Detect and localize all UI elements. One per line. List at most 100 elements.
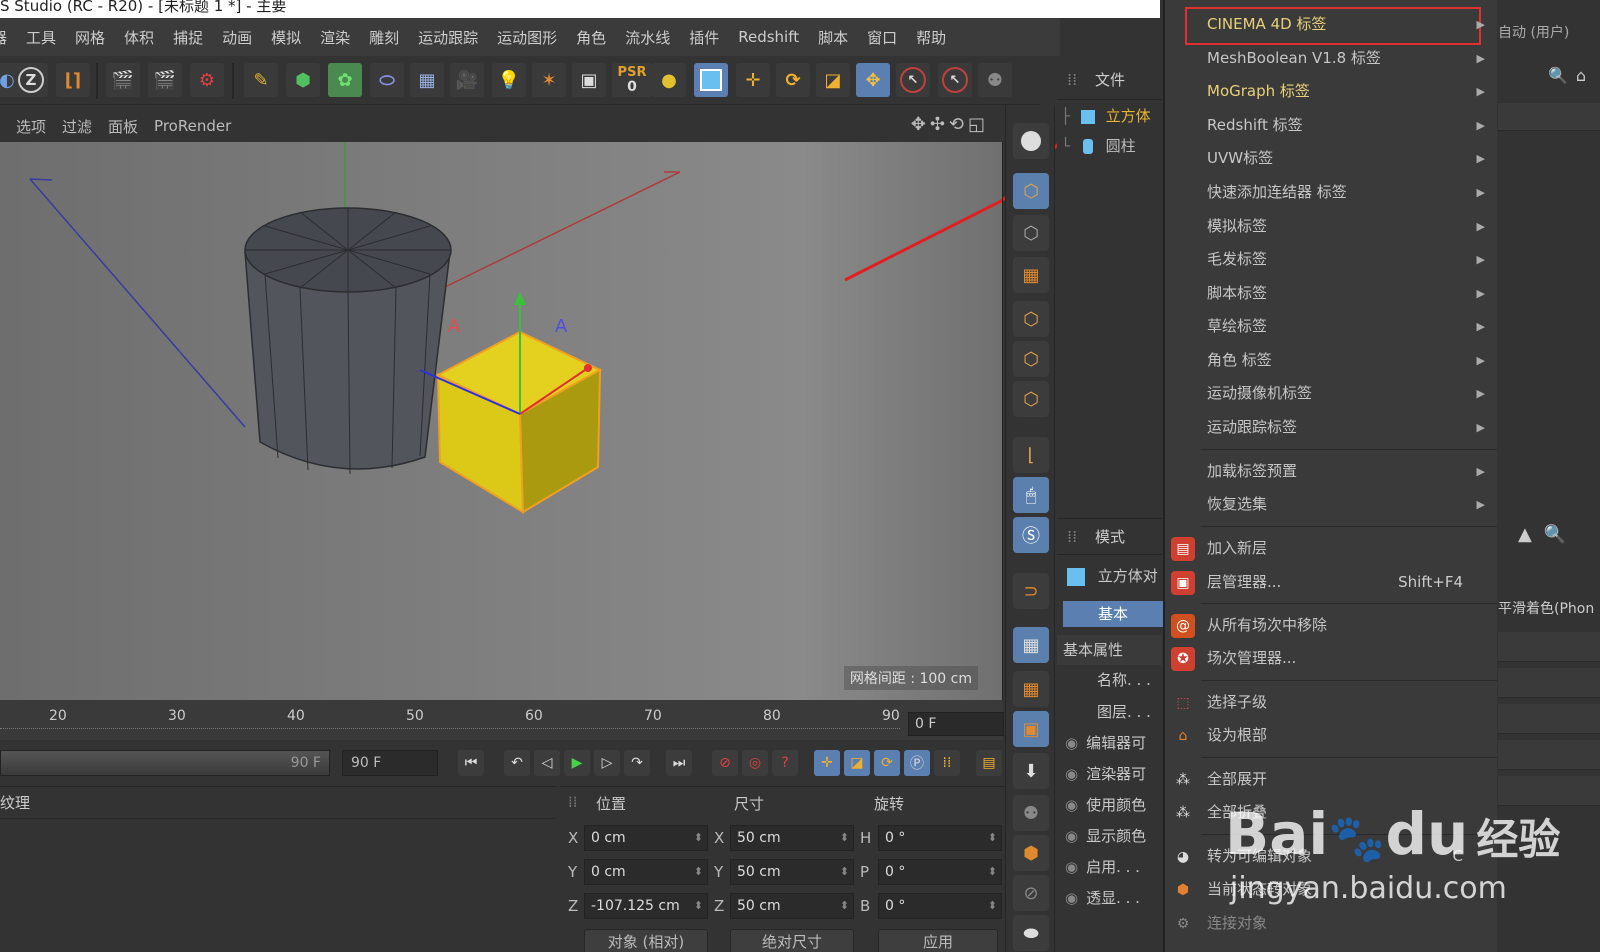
3d-viewport[interactable]: A A 网格间距 : 100 cm: [0, 142, 1003, 700]
menu-item-edit[interactable]: 器: [0, 27, 7, 48]
current-frame-field[interactable]: 0 F: [908, 712, 1004, 736]
menu-item-motion-camera-tags[interactable]: 运动摄像机标签 ▶: [1165, 377, 1499, 410]
move-tool-icon[interactable]: ✛: [736, 63, 770, 97]
object-mode-dropdown[interactable]: 对象 (相对): [584, 929, 708, 952]
nav-arrow-icon[interactable]: ▲🔍: [1518, 524, 1578, 545]
menu-item-render[interactable]: 渲染: [320, 27, 350, 48]
size-mode-dropdown[interactable]: 绝对尺寸: [730, 929, 854, 952]
viewport-solo-icon[interactable]: ▣: [1013, 711, 1049, 747]
render-settings-icon[interactable]: ⚙: [190, 63, 224, 97]
attr-visible-editor[interactable]: ◉ 编辑器可: [1065, 732, 1146, 753]
rotate-tool-icon[interactable]: ⟳: [776, 63, 810, 97]
menu-item-redshift-tags[interactable]: Redshift 标签 ▶: [1165, 109, 1499, 142]
menu-item-motion-tracker[interactable]: 运动跟踪: [418, 27, 478, 48]
menu-item-mesh[interactable]: 网格: [75, 27, 105, 48]
texture-mode-icon[interactable]: ⬡: [1013, 215, 1049, 251]
key-parameter-icon[interactable]: Ⓟ: [904, 750, 930, 776]
menu-item-script[interactable]: 脚本: [818, 27, 848, 48]
menu-item-pipeline[interactable]: 流水线: [625, 27, 670, 48]
keyframe-selection-icon[interactable]: ?: [772, 750, 798, 776]
previous-frame-icon[interactable]: ◁: [534, 750, 560, 776]
pen-spline-icon[interactable]: ✎: [244, 63, 278, 97]
menu-item-tools[interactable]: 工具: [26, 27, 56, 48]
viewport-menu-filter[interactable]: 过滤: [62, 116, 92, 137]
size-y-field[interactable]: 50 cm: [730, 859, 854, 885]
position-z-field[interactable]: -107.125 cm: [584, 893, 708, 919]
model-mode-icon[interactable]: [694, 63, 728, 97]
viewport-menu-panel[interactable]: 面板: [108, 116, 138, 137]
menu-item-redshift[interactable]: Redshift: [738, 28, 799, 46]
viewport-menu-options[interactable]: 选项: [16, 116, 46, 137]
workplane-icon[interactable]: ▦: [1013, 257, 1049, 293]
subdivision-icon[interactable]: ⬢: [286, 63, 320, 97]
menu-item-load-tag-preset[interactable]: 加载标签预置 ▶: [1165, 455, 1499, 488]
menu-item-uvw-tags[interactable]: UVW标签 ▶: [1165, 142, 1499, 175]
menu-item-character[interactable]: 角色: [576, 27, 606, 48]
live-selection-icon[interactable]: ↖: [896, 63, 930, 97]
position-x-field[interactable]: 0 cm: [584, 825, 708, 851]
scheme-icon[interactable]: ▤: [976, 750, 1002, 776]
key-scale-icon[interactable]: ◪: [844, 750, 870, 776]
effector-icon[interactable]: ✶: [532, 63, 566, 97]
render-picture-viewer-icon[interactable]: 🎬: [148, 63, 182, 97]
menu-item-add-new-layer[interactable]: ▤ 加入新层: [1165, 532, 1499, 565]
menu-item-set-as-root[interactable]: ⌂ 设为根部: [1165, 719, 1499, 752]
character-icon[interactable]: ⚉: [978, 63, 1012, 97]
disabled-tool-icon[interactable]: ⊘: [1013, 875, 1049, 911]
tab-basic[interactable]: 基本: [1063, 601, 1163, 627]
axis-lock-icon[interactable]: ●: [652, 63, 686, 97]
apply-button[interactable]: 应用: [878, 929, 998, 952]
workplane-lock-icon[interactable]: ▦: [1013, 627, 1049, 663]
key-pla-icon[interactable]: ⁞⁞: [934, 750, 960, 776]
viewport-nav-icons[interactable]: ✥✣⟲◱: [911, 114, 989, 135]
size-x-field[interactable]: 50 cm: [730, 825, 854, 851]
next-key-icon[interactable]: ↷: [624, 750, 650, 776]
menu-item-take-manager[interactable]: ✪ 场次管理器...: [1165, 642, 1499, 675]
light-icon[interactable]: 💡: [492, 63, 526, 97]
menu-item-simulation-tags[interactable]: 模拟标签 ▶: [1165, 210, 1499, 243]
rotation-b-field[interactable]: 0 °: [878, 893, 1002, 919]
play-icon[interactable]: ▶: [564, 750, 590, 776]
menu-item-sculpt[interactable]: 雕刻: [369, 27, 399, 48]
cube-tool-icon[interactable]: ⬢: [1013, 835, 1049, 871]
cloner-icon[interactable]: ✿: [328, 63, 362, 97]
render-view-icon[interactable]: 🎬: [106, 63, 140, 97]
attr-xray[interactable]: ◉ 透显. . .: [1065, 887, 1140, 908]
move-active-icon[interactable]: ✥: [856, 63, 890, 97]
menu-item-script-tags[interactable]: 脚本标签 ▶: [1165, 277, 1499, 310]
key-rotation-icon[interactable]: ⟳: [874, 750, 900, 776]
menu-item-remove-from-takes[interactable]: @ 从所有场次中移除: [1165, 609, 1499, 642]
attr-display-color[interactable]: ◉ 显示颜色: [1065, 825, 1146, 846]
tag-icon[interactable]: ▣: [572, 63, 606, 97]
python-icon[interactable]: ⬬: [1013, 915, 1049, 951]
search-icon[interactable]: 🔍⌂: [1548, 66, 1594, 85]
scale-tool-icon[interactable]: ◪: [816, 63, 850, 97]
menu-item-simulate[interactable]: 模拟: [271, 27, 301, 48]
camera-icon[interactable]: 🎥: [450, 63, 484, 97]
menu-item-sketch-tags[interactable]: 草绘标签 ▶: [1165, 310, 1499, 343]
menu-item-restore-selection[interactable]: 恢复选集 ▶: [1165, 488, 1499, 521]
rotation-h-field[interactable]: 0 °: [878, 825, 1002, 851]
next-frame-icon[interactable]: ▷: [594, 750, 620, 776]
rotation-p-field[interactable]: 0 °: [878, 859, 1002, 885]
end-frame-field[interactable]: 90 F: [342, 750, 438, 776]
menu-item-quick-connector-tags[interactable]: 快速添加连结器 标签 ▶: [1165, 176, 1499, 209]
psr-icon[interactable]: PSR 0: [612, 63, 652, 97]
axis-mode-icon[interactable]: ⌊: [1013, 437, 1049, 473]
points-mode-icon[interactable]: ⬡: [1013, 301, 1049, 337]
solo-icon[interactable]: Ⓢ: [1013, 517, 1049, 553]
menu-item-hair-tags[interactable]: 毛发标签 ▶: [1165, 243, 1499, 276]
make-editable-icon[interactable]: [1013, 123, 1049, 159]
floor-drop-icon[interactable]: ⬇: [1013, 753, 1049, 789]
edges-mode-icon[interactable]: ⬡: [1013, 341, 1049, 377]
attr-use-color[interactable]: ◉ 使用颜色: [1065, 794, 1146, 815]
tweak-mode-icon[interactable]: 🖱: [1013, 477, 1049, 513]
attr-enabled[interactable]: ◉ 启用. . .: [1065, 856, 1140, 877]
rectangle-selection-icon[interactable]: ↖: [938, 63, 972, 97]
attr-visible-renderer[interactable]: ◉ 渲染器可: [1065, 763, 1146, 784]
menu-item-mograph[interactable]: 运动图形: [497, 27, 557, 48]
menu-item-plugins[interactable]: 插件: [689, 27, 719, 48]
polygons-mode-icon[interactable]: ⬡: [1013, 381, 1049, 417]
timeline-ruler[interactable]: 20 30 40 50 60 70 80 90: [0, 700, 1003, 740]
locked-workplane-icon[interactable]: ▦: [1013, 671, 1049, 707]
